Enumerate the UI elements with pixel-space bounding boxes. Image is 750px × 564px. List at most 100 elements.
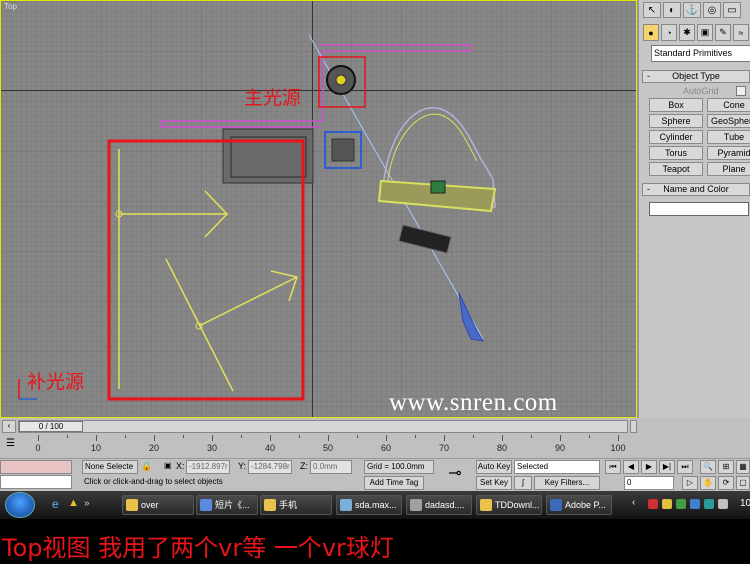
box-button[interactable]: Box: [649, 98, 703, 112]
geosphere-button[interactable]: GeoSphere: [707, 114, 750, 128]
tray-app-icon[interactable]: [676, 499, 686, 509]
time-slider-thumb[interactable]: 0 / 100: [19, 421, 83, 432]
frame-tick: [183, 435, 184, 438]
selection-count: None Selecte: [82, 460, 138, 474]
key-icon[interactable]: ⊸: [440, 463, 470, 487]
tube-button[interactable]: Tube: [707, 130, 750, 144]
maximize-viewport-icon[interactable]: ▢: [736, 476, 750, 490]
x-coordinate-field[interactable]: -1912.897r: [186, 460, 230, 474]
frame-tick: [357, 435, 358, 438]
object-type-rollout[interactable]: - Object Type: [642, 70, 750, 83]
task-label: dadasd....: [425, 500, 465, 510]
main-light-annotation: 主光源: [244, 87, 302, 109]
field-of-view-icon[interactable]: ▷: [682, 476, 698, 490]
folder-icon: [264, 499, 276, 511]
object-name-input[interactable]: [649, 202, 749, 216]
tray-volume-icon[interactable]: [718, 499, 728, 509]
tray-app-icon[interactable]: [662, 499, 672, 509]
frame-tick: [502, 435, 503, 441]
start-button[interactable]: [5, 492, 35, 518]
zoom-icon[interactable]: 🔍: [700, 460, 716, 474]
timeline-left-icon[interactable]: ‹: [2, 420, 16, 433]
cone-button[interactable]: Cone: [707, 98, 750, 112]
taskbar-item-dadasd[interactable]: dadasd....: [406, 495, 472, 515]
frame-tick: [241, 435, 242, 438]
tray-app-icon[interactable]: [704, 499, 714, 509]
next-frame-icon[interactable]: ▶|: [659, 460, 675, 474]
geometry-icon[interactable]: ●: [643, 24, 659, 41]
taskbar-item-video[interactable]: 短片《...: [196, 495, 258, 515]
cylinder-button[interactable]: Cylinder: [649, 130, 703, 144]
frame-tick-label: 50: [322, 443, 334, 453]
taskbar-item-tddownload[interactable]: TDDownl...: [476, 495, 542, 515]
tray-app-icon[interactable]: [648, 499, 658, 509]
modify-tab-icon[interactable]: ◐: [663, 2, 681, 18]
plane-button[interactable]: Plane: [707, 162, 750, 176]
caption-bar: Top视图 我用了两个vr等 一个vr球灯: [0, 519, 750, 564]
frame-tick-label: 10: [90, 443, 102, 453]
track-bar-icon[interactable]: ☰: [6, 438, 18, 452]
warning-quicklaunch-icon[interactable]: ▲: [68, 497, 79, 509]
zoom-all-icon[interactable]: ⊞: [718, 460, 734, 474]
taskbar-item-max[interactable]: sda.max...: [336, 495, 402, 515]
quicklaunch-more-icon[interactable]: »: [84, 498, 90, 509]
cameras-icon[interactable]: ▣: [697, 24, 713, 41]
task-label: over: [141, 500, 159, 510]
clock[interactable]: 10: [740, 498, 750, 509]
auto-key-button[interactable]: Auto Key: [476, 460, 512, 474]
name-color-rollout[interactable]: - Name and Color: [642, 183, 750, 196]
key-mode-dropdown[interactable]: Selected: [514, 460, 600, 474]
taskbar-item-over[interactable]: over: [122, 495, 194, 515]
pan-icon[interactable]: ✋: [700, 476, 716, 490]
go-to-end-icon[interactable]: ⏭: [677, 460, 693, 474]
task-label: sda.max...: [355, 500, 397, 510]
display-tab-icon[interactable]: ▭: [723, 2, 741, 18]
frame-tick-label: 30: [206, 443, 218, 453]
play-icon[interactable]: ▶: [641, 460, 657, 474]
time-slider[interactable]: 0 / 100: [18, 420, 628, 433]
prompt-line: Click or click-and-drag to select object…: [82, 476, 362, 490]
tray-network-icon[interactable]: [690, 499, 700, 509]
hierarchy-tab-icon[interactable]: ⚓: [683, 2, 701, 18]
lights-icon[interactable]: ✱: [679, 24, 695, 41]
set-key-button[interactable]: Set Key: [476, 476, 512, 490]
task-label: Adobe P...: [565, 500, 606, 510]
spacewarps-icon[interactable]: ≈: [733, 24, 749, 41]
z-coordinate-field[interactable]: 0.0mm: [310, 460, 352, 474]
top-viewport[interactable]: Top 主光源 补光源 www.snren.com: [0, 0, 637, 418]
add-time-tag-button[interactable]: Add Time Tag: [364, 476, 424, 490]
maxscript-input[interactable]: [0, 475, 72, 489]
default-in-out-icon[interactable]: ∫: [514, 476, 532, 490]
sphere-button[interactable]: Sphere: [649, 114, 703, 128]
teapot-button[interactable]: Teapot: [649, 162, 703, 176]
key-filters-button[interactable]: Key Filters...: [534, 476, 600, 490]
primitive-type-dropdown[interactable]: Standard Primitives: [651, 45, 750, 62]
helpers-icon[interactable]: ✎: [715, 24, 731, 41]
transform-mode-icon[interactable]: ▣: [164, 461, 172, 470]
taskbar-item-adobe[interactable]: Adobe P...: [546, 495, 612, 515]
maxscript-listener[interactable]: [0, 460, 72, 474]
screen: { "viewport": { "label": "Top", "annotat…: [0, 0, 750, 564]
frame-tick: [270, 435, 271, 441]
ie-quicklaunch-icon[interactable]: e: [52, 497, 59, 511]
torus-button[interactable]: Torus: [649, 146, 703, 160]
previous-frame-icon[interactable]: ◀: [623, 460, 639, 474]
motion-tab-icon[interactable]: ◎: [703, 2, 721, 18]
current-frame-field[interactable]: 0: [624, 476, 674, 490]
timeline-right-icon[interactable]: [630, 420, 637, 433]
category-icons: ● ◔ ✱ ▣ ✎ ≈: [643, 24, 749, 41]
tray-expand-icon[interactable]: ‹: [632, 497, 635, 508]
frame-ruler[interactable]: 0 10 20 30 40 50 60 70 80 90 100: [18, 435, 628, 457]
create-tab-icon[interactable]: ↖: [643, 2, 661, 18]
orbit-icon[interactable]: ⟳: [718, 476, 734, 490]
taskbar-item-phone[interactable]: 手机: [260, 495, 332, 515]
shapes-icon[interactable]: ◔: [661, 24, 677, 41]
autogrid-label: AutoGrid: [683, 86, 719, 96]
autogrid-checkbox[interactable]: [736, 86, 746, 96]
y-coordinate-field[interactable]: -1284.798r: [248, 460, 292, 474]
pyramid-button[interactable]: Pyramid: [707, 146, 750, 160]
go-to-start-icon[interactable]: ⏮: [605, 460, 621, 474]
grid-size-display: Grid = 100.0mm: [364, 460, 434, 474]
lock-icon[interactable]: 🔒: [141, 461, 152, 472]
zoom-extents-icon[interactable]: ▦: [736, 460, 750, 474]
